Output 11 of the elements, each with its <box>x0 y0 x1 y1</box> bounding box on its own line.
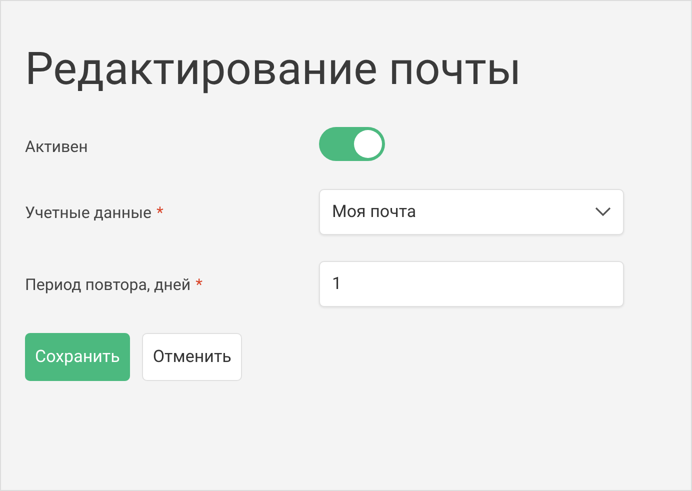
field-label: Активен <box>25 136 88 156</box>
field-label: Период повтора, дней <box>25 274 191 294</box>
toggle-switch[interactable] <box>319 127 385 161</box>
cancel-button[interactable]: Отменить <box>142 333 242 381</box>
required-mark: * <box>196 274 203 294</box>
required-mark: * <box>156 202 164 222</box>
input-field[interactable]: 1 <box>319 261 624 307</box>
select-field[interactable]: Моя почта <box>319 189 624 235</box>
chevron-down-icon <box>595 207 611 217</box>
field-label: Учетные данные <box>25 202 152 222</box>
page-title: Редактирование почты <box>25 41 522 97</box>
